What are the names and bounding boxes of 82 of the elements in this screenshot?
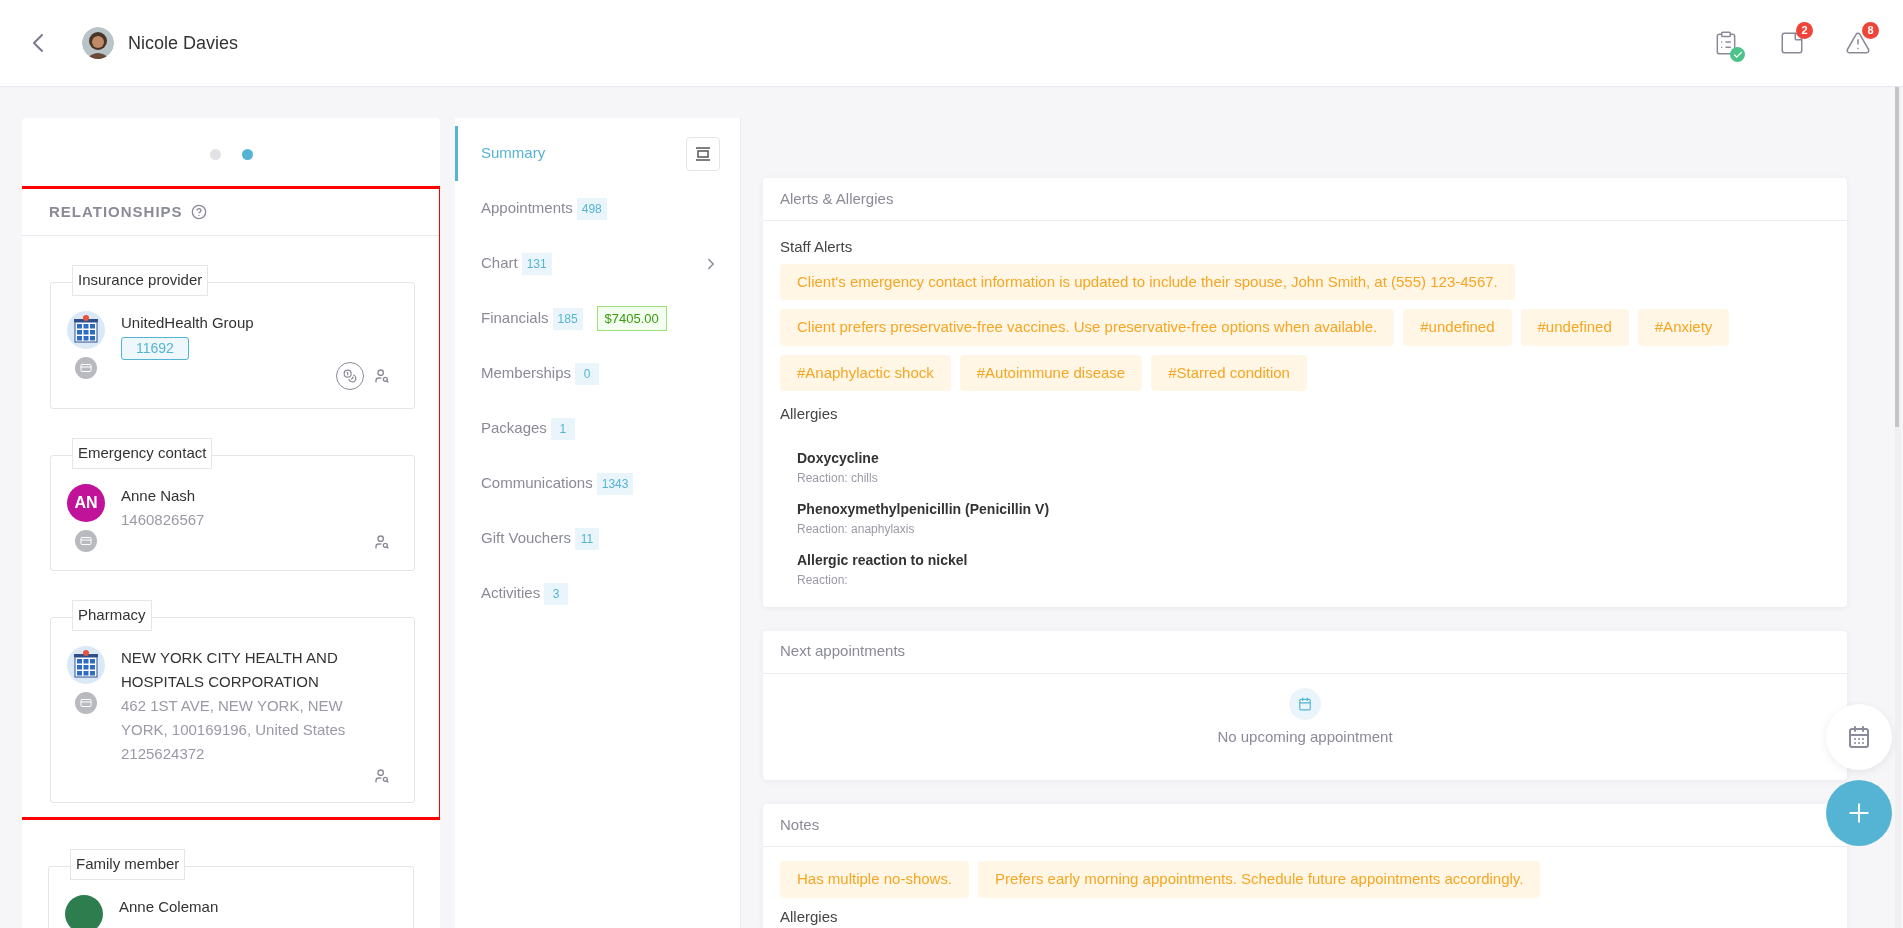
- alert-tag: #Anxiety: [1637, 309, 1730, 346]
- nav-tab[interactable]: Chart 131: [455, 236, 740, 291]
- hospital-building-icon: [67, 646, 105, 684]
- count-badge: 11: [575, 527, 600, 550]
- count-badge: 131: [521, 252, 552, 275]
- nav-tab[interactable]: Financials 185 $7405.00: [455, 291, 740, 346]
- note-tag: Has multiple no-shows.: [780, 861, 970, 898]
- allergy-name: Allergic reaction to nickel: [797, 550, 969, 570]
- alert-tag: #undefined: [1520, 309, 1629, 346]
- help-icon[interactable]: [190, 204, 207, 220]
- id-badge: 11692: [121, 337, 189, 360]
- nav-tab[interactable]: Communications 1343: [455, 456, 740, 511]
- empty-state-text: No upcoming appointment: [1217, 726, 1393, 747]
- card-icon-glyph: [80, 697, 92, 709]
- alert-tag: #Autoimmune disease: [959, 354, 1143, 391]
- calendar-icon: [1847, 725, 1871, 749]
- nav-label: Gift Vouchers: [481, 528, 572, 549]
- relationship-name: NEW YORK CITY HEALTH AND HOSPITALS CORPORATION: [121, 648, 339, 692]
- count-badge: 2: [1796, 22, 1813, 39]
- count-badge: 498: [576, 197, 607, 220]
- nav-tab[interactable]: Packages 1: [455, 401, 740, 456]
- nav-label: Summary: [481, 143, 546, 164]
- section-heading: Allergies: [780, 404, 839, 424]
- add-button[interactable]: [1826, 780, 1892, 846]
- alert-tag: Client's emergency contact information is updated to include their spouse, John Smith, at (555) 123-4567.: [780, 263, 1515, 300]
- nav-label: Financials: [481, 308, 549, 329]
- card-title: Notes: [780, 814, 820, 835]
- collapse-icon: [695, 146, 711, 161]
- nav-label: Packages: [481, 418, 547, 439]
- nav-label: Communications: [481, 473, 593, 494]
- alert-tag: #Starred condition: [1151, 354, 1307, 391]
- nav-label: Activities: [481, 583, 541, 604]
- card-title: Alerts & Allergies: [780, 188, 894, 209]
- section-heading: Staff Alerts: [780, 237, 854, 257]
- hospital-building-icon: [67, 311, 105, 349]
- nav-tab[interactable]: Summary: [455, 126, 740, 181]
- relationship-name: Anne Nash: [121, 486, 197, 506]
- count-badge: 1343: [596, 472, 634, 495]
- card-icon-glyph: [80, 535, 92, 547]
- coins-icon: [343, 369, 357, 383]
- relationship-detail: 2125624372: [121, 744, 206, 764]
- card-icon-glyph: [80, 362, 92, 374]
- card-label: Pharmacy: [72, 600, 152, 631]
- relationship-detail: 1460826567: [121, 510, 206, 530]
- collapse-button[interactable]: [686, 136, 720, 171]
- nav-label: Chart: [481, 253, 518, 274]
- nav-tab[interactable]: Activities 3: [455, 566, 740, 621]
- alert-tag: #undefined: [1403, 309, 1512, 346]
- nav-tab[interactable]: Appointments 498: [455, 181, 740, 236]
- count-badge: 1: [550, 417, 575, 440]
- alert-tag: Client prefers preservative-free vaccines. Use preservative-free options when available.: [780, 309, 1395, 346]
- section-title: RELATIONSHIPS: [49, 201, 183, 222]
- nav-label: Appointments: [481, 198, 573, 219]
- allergy-name: Doxycycline: [797, 448, 880, 468]
- relationship-name: Anne Coleman: [119, 897, 220, 917]
- count-badge: 8: [1862, 22, 1879, 39]
- patient-name: Nicole Davies: [128, 31, 239, 55]
- relationship-name: UnitedHealth Group: [121, 313, 255, 333]
- card-label: Insurance provider: [72, 265, 209, 296]
- person-search-icon[interactable]: [374, 534, 390, 550]
- note-tag: Prefers early morning appointments. Schedule future appointments accordingly.: [978, 861, 1541, 898]
- person-search-icon[interactable]: [374, 368, 390, 384]
- card-label: Emergency contact: [72, 438, 213, 469]
- allergy-reaction: Reaction: anaphylaxis: [797, 520, 916, 538]
- nav-label: Memberships: [481, 363, 572, 384]
- nav-tab[interactable]: Gift Vouchers 11: [455, 511, 740, 566]
- relationship-detail: 462 1ST AVE, NEW YORK, NEW YORK, 100169196, United States: [121, 696, 347, 740]
- card-label: Family member: [70, 849, 186, 880]
- initials-avatar: AN: [67, 484, 105, 522]
- allergy-name: Phenoxymethylpenicillin (Penicillin V): [797, 499, 1051, 519]
- count-badge: 0: [575, 362, 600, 385]
- person-search-icon[interactable]: [374, 768, 390, 784]
- card-title: Next appointments: [780, 641, 906, 662]
- count-badge: 3: [544, 582, 569, 605]
- count-badge: 185: [552, 307, 583, 330]
- alert-tag: #Anaphylactic shock: [780, 354, 951, 391]
- amount-badge: $7405.00: [596, 305, 667, 332]
- allergy-reaction: Reaction:: [797, 571, 849, 589]
- allergy-reaction: Reaction: chills: [797, 469, 879, 487]
- calendar-glyph: [1298, 696, 1312, 711]
- nav-tab[interactable]: Memberships 0: [455, 346, 740, 401]
- section-heading: Allergies: [780, 906, 839, 927]
